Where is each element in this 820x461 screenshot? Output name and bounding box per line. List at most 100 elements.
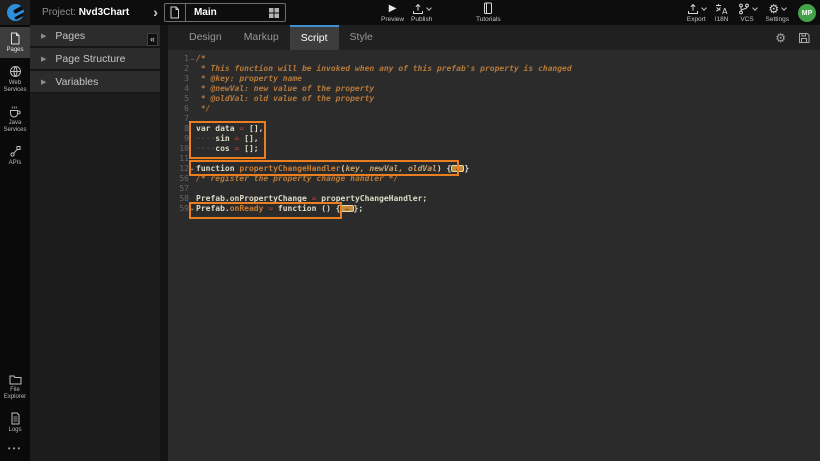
vcs-label: VCS [740,16,753,23]
code-line: 6 */ [168,104,820,114]
code-text: function propertyChangeHandler(key, newV… [196,164,469,173]
chevron-right-icon: › [153,0,158,25]
sidebar-more-button[interactable]: ••• [0,438,30,461]
export-caret-icon [701,5,707,11]
pages-icon [9,32,21,45]
panel-collapse-button[interactable]: « [147,33,158,46]
line-number: 6 [168,104,189,114]
publish-label: Publish [411,16,432,23]
folder-icon [9,374,22,385]
line-number: 2 [168,64,189,74]
i18n-button[interactable]: A I18N [715,2,729,23]
code-text: */ [196,104,210,113]
code-text: * @newVal: new value of the property [196,84,374,93]
script-editor[interactable]: 1–/*2 * This function will be invoked wh… [168,50,820,461]
settings-button[interactable]: ⚙ Settings [766,2,790,23]
fold-collapsed-icon[interactable]: ▸ [189,205,196,215]
expand-arrow-icon: ▶ [41,32,46,40]
folded-code-widget[interactable]: ‥ [341,205,354,212]
user-avatar[interactable]: MP [798,4,816,22]
api-nodes-icon [9,145,22,158]
script-settings-gear-icon[interactable]: ⚙ [775,32,786,44]
sidebar-item-pages[interactable]: Pages [0,27,30,58]
sidebar-item-file-explorer[interactable]: File Explorer [0,369,30,405]
app-logo[interactable] [0,0,30,25]
tutorials-icon [482,2,494,15]
i18n-label: I18N [715,16,729,23]
line-number: 9 [168,134,189,144]
settings-gear-icon: ⚙ [768,3,779,15]
top-bar: Project: Nvd3Chart › Main ▶ Preview Publ… [0,0,820,25]
pages-grid-icon[interactable] [268,7,280,19]
code-line: 2 * This function will be invoked when a… [168,64,820,74]
tab-style[interactable]: Style [339,25,384,50]
sidebar-item-label: Logs [8,427,21,434]
code-line: 56/* register the property change handle… [168,174,820,184]
preview-label: Preview [381,16,404,23]
export-label: Export [687,16,706,23]
project-label: Project: [42,7,76,18]
tutorials-button[interactable]: Tutorials [476,2,501,23]
sidebar-item-java-services[interactable]: Java Services [0,100,30,138]
code-text: * @oldVal: old value of the property [196,94,374,103]
logs-document-icon [10,412,21,425]
vcs-button[interactable]: VCS [738,2,757,23]
panel-section-page-structure[interactable]: ▶ Page Structure [30,48,160,71]
line-number: 59 [168,204,189,214]
line-number: 11 [168,154,189,164]
line-number: 5 [168,94,189,104]
sidebar-item-apis[interactable]: APIs [0,140,30,171]
main-area: Design Markup Script Style ⚙ 1–/*2 * Thi… [168,25,820,461]
panel-splitter[interactable] [160,25,168,461]
sidebar-item-label: APIs [9,160,22,167]
play-icon: ▶ [389,3,397,14]
line-number: 3 [168,74,189,84]
code-area[interactable]: 1–/*2 * This function will be invoked wh… [168,50,820,214]
panel-section-pages[interactable]: ▶ Pages [30,25,160,48]
code-line: 12▸function propertyChangeHandler(key, n… [168,164,820,174]
settings-label: Settings [766,16,790,23]
tutorials-label: Tutorials [476,16,501,23]
tab-design[interactable]: Design [178,25,233,50]
tabbar-icons: ⚙ [775,25,810,50]
code-line: 5 * @oldVal: old value of the property [168,94,820,104]
sidebar-item-logs[interactable]: Logs [0,407,30,438]
tab-markup[interactable]: Markup [233,25,290,50]
code-text: ····cos = []; [196,144,259,153]
folded-code-widget[interactable]: ‥ [451,165,464,172]
svg-text:A: A [722,7,728,15]
line-number: 56 [168,174,189,184]
wavemaker-logo-icon [7,4,24,21]
vcs-caret-icon [752,5,758,11]
preview-button[interactable]: ▶ Preview [381,2,404,23]
line-number: 57 [168,184,189,194]
line-number: 7 [168,114,189,124]
editor-tab-bar: Design Markup Script Style ⚙ [168,25,820,50]
save-icon[interactable] [798,32,810,44]
publish-caret-icon [426,5,432,11]
panel-section-variables[interactable]: ▶ Variables [30,71,160,94]
line-number: 1 [168,54,189,64]
code-line: 7 [168,114,820,124]
code-text: * This function will be invoked when any… [196,64,572,73]
code-text: Prefab.onPropertyChange = propertyChange… [196,194,427,203]
pages-panel: ▶ Pages ▶ Page Structure ▶ Variables « [30,25,160,461]
panel-section-label: Variables [55,76,98,88]
left-sidebar: Pages Web Services Java Services APIs Fi… [0,25,30,461]
code-line: 59▸Prefab.onReady = function () {‥}; [168,204,820,214]
tab-script[interactable]: Script [290,25,339,50]
sidebar-item-label: Java Services [0,120,30,134]
code-line: 57 [168,184,820,194]
sidebar-item-label: File Explorer [0,387,30,401]
translate-icon: A [715,3,728,15]
sidebar-spacer [0,171,30,367]
sidebar-item-web-services[interactable]: Web Services [0,60,30,98]
code-text: * @key: property name [196,74,302,83]
export-button[interactable]: Export [687,2,706,23]
line-number: 58 [168,194,189,204]
publish-button[interactable]: Publish [411,2,432,23]
expand-arrow-icon: ▶ [41,55,46,63]
page-selector-dropdown[interactable]: Main [164,3,286,22]
page-selector-value: Main [194,7,268,18]
topbar-right-group: Export A I18N VCS ⚙ Settings MP [687,0,816,25]
